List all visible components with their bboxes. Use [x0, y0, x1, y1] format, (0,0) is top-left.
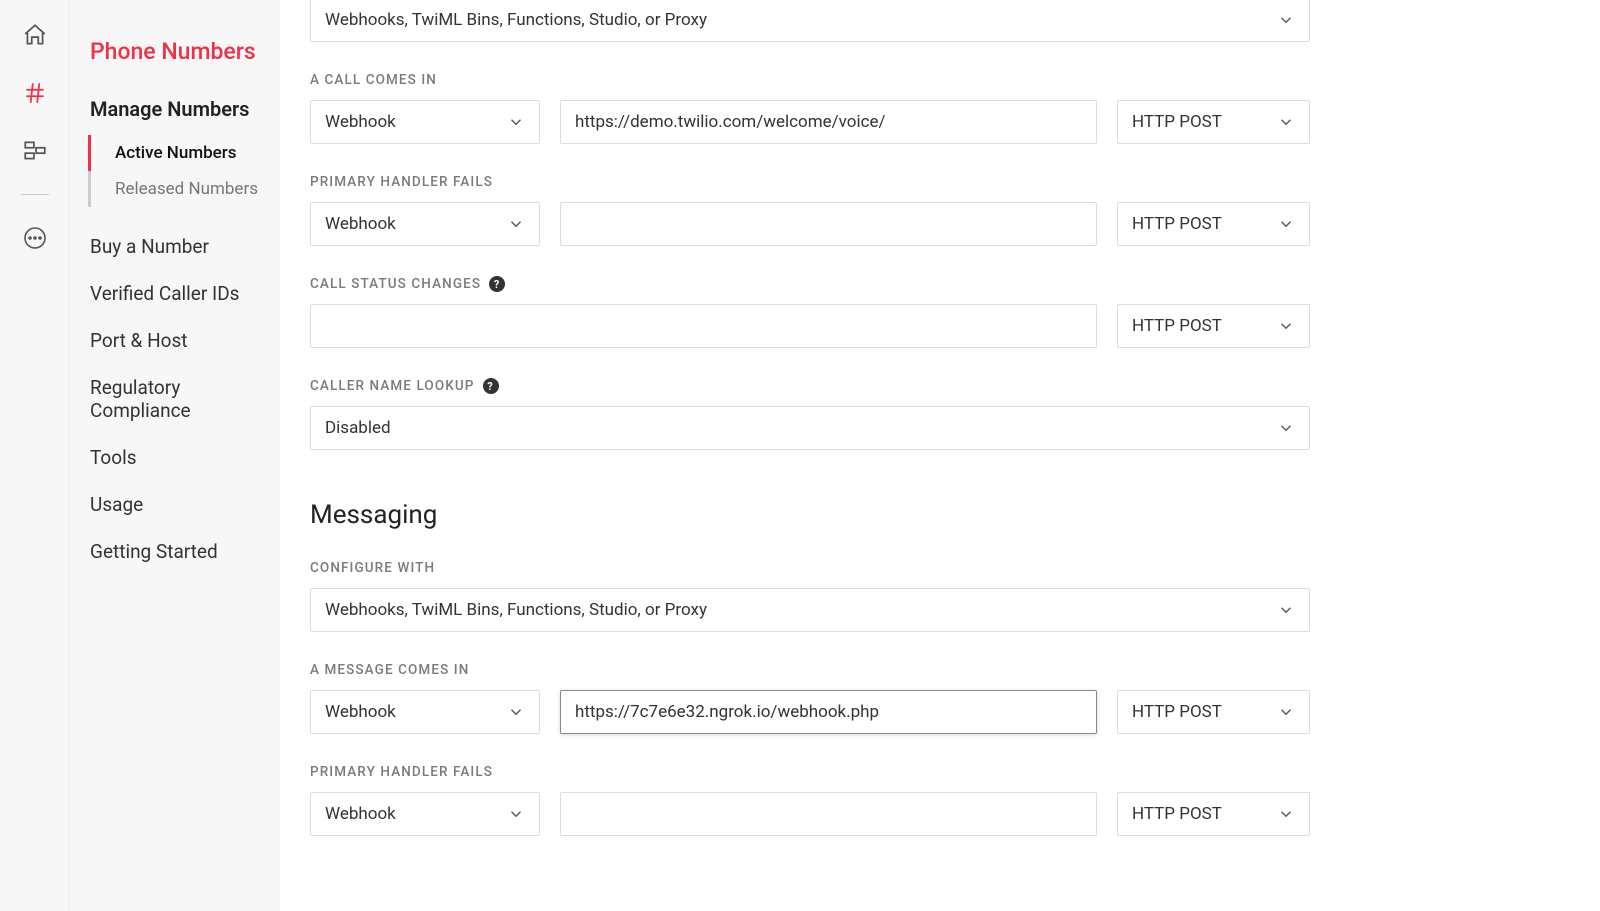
message-comes-in-type-select[interactable]: Webhook: [310, 690, 540, 734]
chevron-down-icon: [1277, 215, 1295, 233]
chevron-down-icon: [1277, 317, 1295, 335]
call-comes-in-url-input[interactable]: [560, 100, 1097, 144]
message-comes-in-label: A MESSAGE COMES IN: [310, 662, 1310, 678]
chevron-down-icon: [507, 805, 525, 823]
voice-primary-fails-type: Webhook: [325, 214, 396, 234]
chevron-down-icon: [1277, 113, 1295, 131]
call-comes-in-type-select[interactable]: Webhook: [310, 100, 540, 144]
sidebar-item-verified[interactable]: Verified Caller IDs: [70, 270, 280, 317]
voice-primary-fails-url-field[interactable]: [575, 214, 1082, 234]
flow-icon[interactable]: [20, 136, 50, 166]
call-comes-in-type: Webhook: [325, 112, 396, 132]
sidebar-subnav: Active Numbers Released Numbers: [70, 135, 280, 223]
more-icon[interactable]: [20, 223, 50, 253]
icon-rail: [0, 0, 70, 911]
chevron-down-icon: [1277, 805, 1295, 823]
messaging-configure-with-value: Webhooks, TwiML Bins, Functions, Studio,…: [325, 600, 707, 620]
messaging-primary-fails-url-input[interactable]: [560, 792, 1097, 836]
sidebar-subitem-active-numbers[interactable]: Active Numbers: [88, 135, 280, 171]
call-comes-in-method-select[interactable]: HTTP POST: [1117, 100, 1310, 144]
chevron-down-icon: [507, 215, 525, 233]
voice-configure-with-select[interactable]: Webhooks, TwiML Bins, Functions, Studio,…: [310, 0, 1310, 42]
sidebar-item-tools[interactable]: Tools: [70, 434, 280, 481]
voice-configure-with-value: Webhooks, TwiML Bins, Functions, Studio,…: [325, 10, 707, 30]
sidebar-item-usage[interactable]: Usage: [70, 481, 280, 528]
chevron-down-icon: [1277, 601, 1295, 619]
call-status-method-select[interactable]: HTTP POST: [1117, 304, 1310, 348]
call-status-url-field[interactable]: [325, 316, 1082, 336]
message-comes-in-method-select[interactable]: HTTP POST: [1117, 690, 1310, 734]
home-icon[interactable]: [20, 20, 50, 50]
call-comes-in-method: HTTP POST: [1132, 112, 1222, 132]
hash-icon[interactable]: [20, 78, 50, 108]
help-icon[interactable]: ?: [489, 276, 505, 292]
chevron-down-icon: [1277, 419, 1295, 437]
message-comes-in-type: Webhook: [325, 702, 396, 722]
messaging-primary-fails-url-field[interactable]: [575, 804, 1082, 824]
message-comes-in-method: HTTP POST: [1132, 702, 1222, 722]
message-comes-in-url-field[interactable]: [575, 702, 1082, 722]
messaging-configure-with-label: CONFIGURE WITH: [310, 560, 1310, 576]
sidebar-item-regulatory[interactable]: Regulatory Compliance: [70, 364, 280, 434]
chevron-down-icon: [507, 113, 525, 131]
rail-divider: [21, 194, 49, 195]
help-icon[interactable]: ?: [483, 378, 499, 394]
messaging-primary-fails-method-select[interactable]: HTTP POST: [1117, 792, 1310, 836]
call-comes-in-url-field[interactable]: [575, 112, 1082, 132]
caller-lookup-label: CALLER NAME LOOKUP ?: [310, 378, 1310, 394]
main-content: Webhooks, TwiML Bins, Functions, Studio,…: [280, 0, 1340, 911]
call-status-method: HTTP POST: [1132, 316, 1222, 336]
chevron-down-icon: [1277, 703, 1295, 721]
sidebar-section-manage[interactable]: Manage Numbers: [70, 93, 280, 135]
sidebar-item-buy[interactable]: Buy a Number: [70, 223, 280, 270]
chevron-down-icon: [507, 703, 525, 721]
voice-primary-fails-type-select[interactable]: Webhook: [310, 202, 540, 246]
messaging-heading: Messaging: [310, 500, 1310, 530]
sidebar-title: Phone Numbers: [70, 28, 280, 93]
sidebar-subitem-released-numbers[interactable]: Released Numbers: [88, 171, 280, 207]
call-comes-in-label: A CALL COMES IN: [310, 72, 1310, 88]
sidebar-item-getting-started[interactable]: Getting Started: [70, 528, 280, 575]
call-status-changes-label: CALL STATUS CHANGES ?: [310, 276, 1310, 292]
messaging-primary-fails-type-select[interactable]: Webhook: [310, 792, 540, 836]
caller-lookup-select[interactable]: Disabled: [310, 406, 1310, 450]
messaging-primary-fails-label: PRIMARY HANDLER FAILS: [310, 764, 1310, 780]
voice-primary-fails-label: PRIMARY HANDLER FAILS: [310, 174, 1310, 190]
caller-lookup-value: Disabled: [325, 418, 391, 438]
sidebar: Phone Numbers Manage Numbers Active Numb…: [70, 0, 280, 911]
message-comes-in-url-input[interactable]: [560, 690, 1097, 734]
voice-primary-fails-method-select[interactable]: HTTP POST: [1117, 202, 1310, 246]
messaging-primary-fails-type: Webhook: [325, 804, 396, 824]
caller-lookup-text: CALLER NAME LOOKUP: [310, 378, 475, 394]
sidebar-item-port[interactable]: Port & Host: [70, 317, 280, 364]
messaging-configure-with-select[interactable]: Webhooks, TwiML Bins, Functions, Studio,…: [310, 588, 1310, 632]
call-status-url-input[interactable]: [310, 304, 1097, 348]
voice-primary-fails-method: HTTP POST: [1132, 214, 1222, 234]
call-status-changes-text: CALL STATUS CHANGES: [310, 276, 481, 292]
messaging-primary-fails-method: HTTP POST: [1132, 804, 1222, 824]
voice-primary-fails-url-input[interactable]: [560, 202, 1097, 246]
chevron-down-icon: [1277, 11, 1295, 29]
